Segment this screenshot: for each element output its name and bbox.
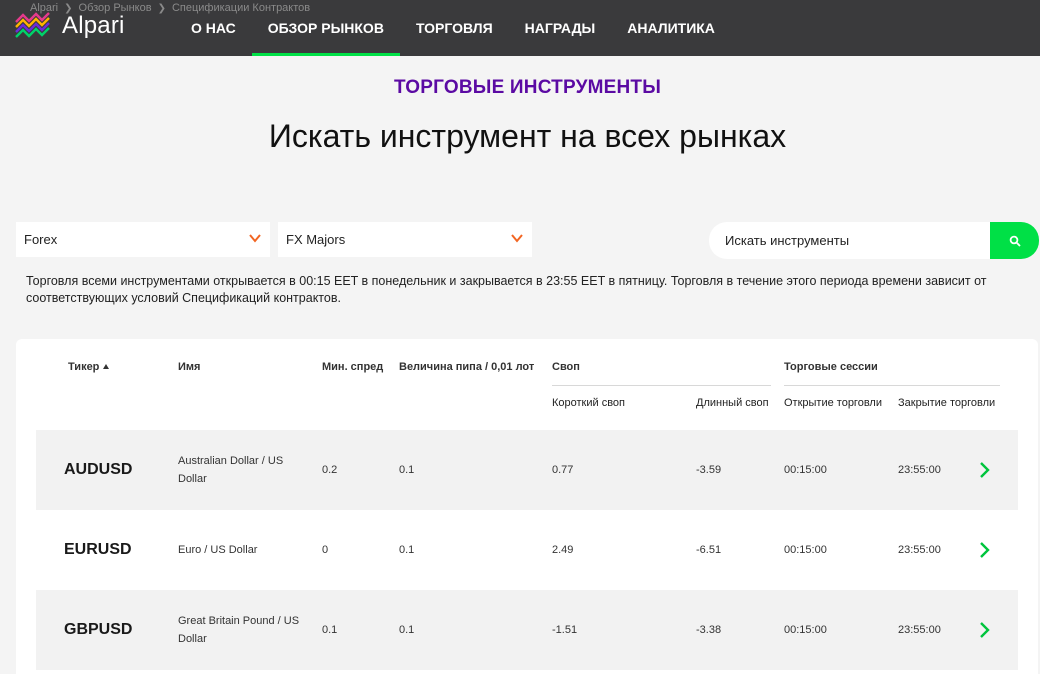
search-icon: [1009, 235, 1021, 247]
search-button[interactable]: [990, 222, 1039, 259]
logo-zigzag-icon: [15, 12, 50, 38]
min-spread-cell: 0.2: [322, 464, 338, 476]
trading-hours-info: Торговля всеми инструментами открывается…: [26, 274, 987, 305]
close-time-cell: 23:55:00: [898, 624, 941, 636]
nav-item-about[interactable]: О НАС: [175, 0, 252, 56]
close-time-cell: 23:55:00: [898, 464, 941, 476]
sort-ascending-icon: [103, 364, 110, 369]
pip-value-cell: 0.1: [399, 544, 415, 556]
nav-item-analytics[interactable]: АНАЛИТИКА: [611, 0, 731, 56]
instruments-table: Тикер Имя Мин. спред Величина пипа / 0,0…: [16, 339, 1038, 674]
column-header-close[interactable]: Закрытие торговли: [898, 397, 995, 409]
chevron-right-icon[interactable]: [977, 540, 993, 560]
short-swap-cell: 2.49: [552, 544, 574, 556]
market-select[interactable]: Forex: [16, 222, 270, 257]
short-swap-cell: -1.51: [552, 624, 578, 636]
column-header-long-swap[interactable]: Длинный своп: [696, 397, 769, 409]
table-row[interactable]: AUDUSD Australian Dollar / US Dollar 0.2…: [36, 430, 1018, 510]
ticker-cell: GBPUSD: [64, 621, 133, 638]
column-group-swap: Своп: [552, 361, 580, 373]
main-nav: О НАС ОБЗОР РЫНКОВ ТОРГОВЛЯ НАГРАДЫ АНАЛ…: [175, 0, 731, 56]
logo-text: Alpari: [62, 12, 125, 39]
top-navbar: Alpari ❯ Обзор Рынков ❯ Спецификации Кон…: [0, 0, 1040, 56]
group-select-value: FX Majors: [286, 232, 346, 247]
min-spread-cell: 0: [322, 544, 329, 556]
swap-group-divider: [552, 385, 771, 386]
chevron-right-icon: ❯: [157, 2, 166, 14]
chevron-down-icon: [511, 234, 523, 243]
table-row[interactable]: GBPUSD Great Britain Pound / US Dollar 0…: [36, 590, 1018, 670]
column-header-open[interactable]: Открытие торговли: [784, 397, 882, 409]
ticker-cell: EURUSD: [64, 541, 132, 558]
open-time-cell: 00:15:00: [784, 464, 827, 476]
alpari-logo[interactable]: Alpari: [14, 8, 125, 44]
group-select[interactable]: FX Majors: [278, 222, 532, 257]
open-time-cell: 00:15:00: [784, 544, 827, 556]
column-header-ticker-label: Тикер: [68, 361, 100, 373]
section-label: ТОРГОВЫЕ ИНСТРУМЕНТЫ: [393, 77, 662, 98]
short-swap-cell: 0.77: [552, 464, 574, 476]
instrument-search: [709, 222, 1039, 259]
ticker-cell: AUDUSD: [64, 461, 133, 478]
nav-item-awards[interactable]: НАГРАДЫ: [509, 0, 612, 56]
long-swap-cell: -3.59: [696, 464, 722, 476]
column-header-min-spread[interactable]: Мин. спред: [322, 361, 383, 373]
column-group-sessions: Торговые сессии: [784, 361, 878, 373]
nav-item-markets[interactable]: ОБЗОР РЫНКОВ: [251, 0, 401, 56]
column-header-short-swap[interactable]: Короткий своп: [552, 397, 625, 409]
column-header-name[interactable]: Имя: [178, 361, 200, 373]
open-time-cell: 00:15:00: [784, 624, 827, 636]
chevron-right-icon[interactable]: [977, 620, 993, 640]
pip-value-cell: 0.1: [399, 624, 415, 636]
page-title: Искать инструмент на всех рынках: [268, 118, 787, 154]
nav-item-trading[interactable]: ТОРГОВЛЯ: [400, 0, 509, 56]
name-cell: Euro / US Dollar: [178, 544, 258, 556]
chevron-right-icon[interactable]: [977, 460, 993, 480]
name-cell: Australian Dollar / US Dollar: [178, 455, 284, 485]
long-swap-cell: -6.51: [696, 544, 722, 556]
sessions-group-divider: [784, 385, 1000, 386]
column-header-ticker[interactable]: Тикер: [68, 361, 110, 373]
pip-value-cell: 0.1: [399, 464, 415, 476]
market-select-value: Forex: [24, 232, 58, 247]
table-row[interactable]: EURUSD Euro / US Dollar 0 0.1 2.49 -6.51…: [36, 510, 1018, 590]
column-header-pip-value[interactable]: Величина пипа / 0,01 лот: [399, 361, 534, 373]
name-cell: Great Britain Pound / US Dollar: [178, 615, 300, 645]
long-swap-cell: -3.38: [696, 624, 722, 636]
min-spread-cell: 0.1: [322, 624, 338, 636]
search-input[interactable]: [709, 222, 990, 259]
chevron-down-icon: [249, 234, 261, 243]
close-time-cell: 23:55:00: [898, 544, 941, 556]
